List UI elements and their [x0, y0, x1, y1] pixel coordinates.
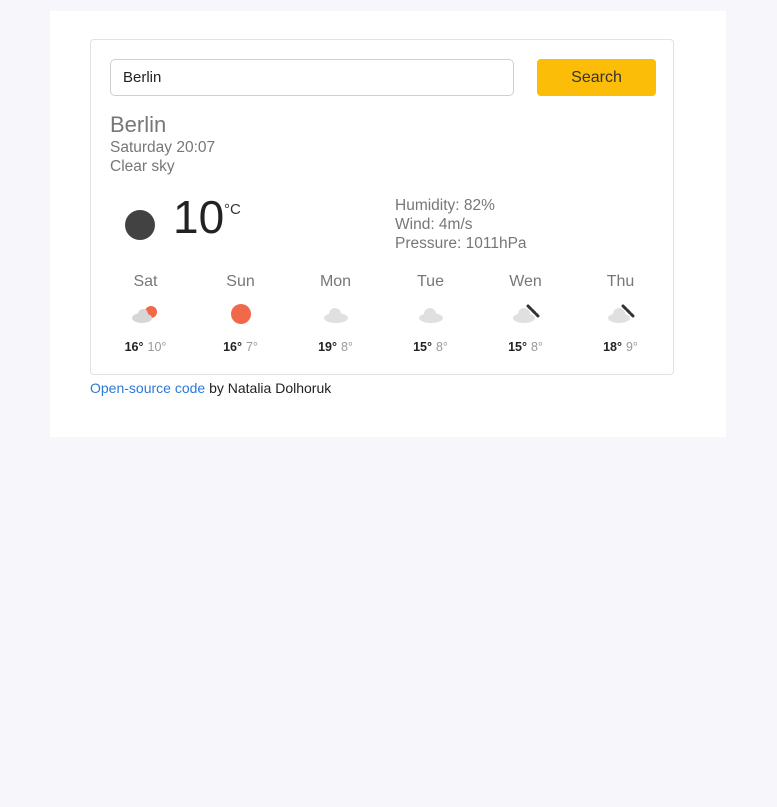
- wind: Wind: 4m/s: [395, 216, 473, 233]
- forecast-temps: 16° 7°: [193, 340, 288, 354]
- partly-cloudy-icon: [98, 296, 193, 332]
- forecast-day: Mon 19° 8°: [288, 272, 383, 354]
- forecast-temps: 18° 9°: [573, 340, 668, 354]
- author-credit: by Natalia Dolhoruk: [205, 380, 332, 396]
- forecast-day: Wen 15° 8°: [478, 272, 573, 354]
- forecast-temps: 15° 8°: [383, 340, 478, 354]
- moon-icon: [125, 210, 155, 240]
- forecast-day: Tue 15° 8°: [383, 272, 478, 354]
- pressure: Pressure: 1011hPa: [395, 235, 527, 252]
- forecast-max: 15°: [413, 340, 432, 354]
- footer: Open-source code by Natalia Dolhoruk: [90, 380, 331, 396]
- forecast-day-name: Wen: [509, 273, 542, 290]
- rain-icon: [573, 296, 668, 332]
- forecast-max: 18°: [603, 340, 622, 354]
- forecast-min: 7°: [245, 340, 258, 354]
- forecast-min: 8°: [340, 340, 353, 354]
- forecast-temps: 16° 10°: [98, 340, 193, 354]
- forecast-min: 9°: [625, 340, 638, 354]
- forecast-day-name: Thu: [606, 273, 635, 290]
- forecast-day-name: Sat: [133, 273, 158, 290]
- weather-details: Humidity: 82% Wind: 4m/s Pressure: 1011h…: [395, 196, 527, 253]
- forecast-temps: 19° 8°: [288, 340, 383, 354]
- forecast-max: 19°: [318, 340, 337, 354]
- forecast-temps: 15° 8°: [478, 340, 573, 354]
- forecast-max: 15°: [508, 340, 527, 354]
- forecast: Sat 16° 10° Sun 16° 7° Mon 19° 8° Tue 15…: [98, 272, 668, 354]
- search-button[interactable]: Search: [537, 59, 656, 96]
- forecast-day-name: Sun: [226, 273, 255, 290]
- forecast-min: 10°: [147, 340, 167, 354]
- forecast-max: 16°: [124, 340, 144, 354]
- forecast-day-name: Mon: [319, 273, 352, 290]
- weather-description: Clear sky: [110, 158, 175, 175]
- humidity: Humidity: 82%: [395, 197, 495, 214]
- current-temperature: 10: [173, 191, 225, 243]
- forecast-min: 8°: [530, 340, 543, 354]
- forecast-day: Sun 16° 7°: [193, 272, 288, 354]
- forecast-day: Sat 16° 10°: [98, 272, 193, 354]
- forecast-max: 16°: [223, 340, 242, 354]
- page-card: Search Berlin Saturday 20:07 Clear sky 1…: [50, 11, 726, 437]
- cloud-icon: [288, 296, 383, 332]
- source-code-link[interactable]: Open-source code: [90, 380, 205, 396]
- rain-icon: [478, 296, 573, 332]
- city-name: Berlin: [110, 112, 167, 137]
- forecast-min: 8°: [435, 340, 448, 354]
- weather-app: Search Berlin Saturday 20:07 Clear sky 1…: [90, 39, 674, 375]
- current-datetime: Saturday 20:07: [110, 139, 216, 156]
- sun-icon: [193, 296, 288, 332]
- forecast-day-name: Tue: [417, 273, 444, 290]
- cloud-icon: [383, 296, 478, 332]
- forecast-day: Thu 18° 9°: [573, 272, 668, 354]
- search-input[interactable]: [110, 59, 514, 96]
- temperature-unit: °C: [224, 201, 241, 218]
